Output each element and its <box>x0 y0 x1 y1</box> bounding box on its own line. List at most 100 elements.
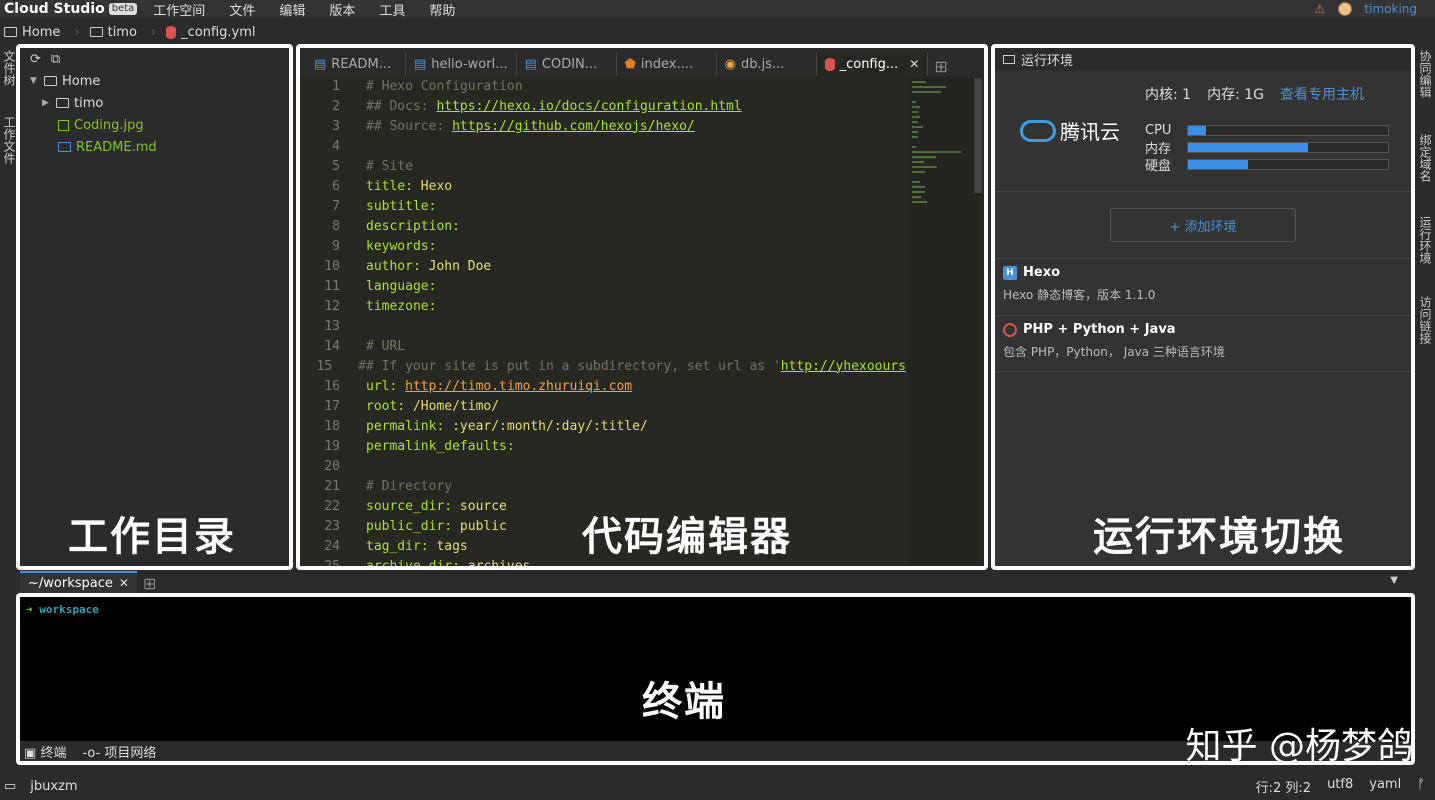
sidebar-collab[interactable]: 协同编辑 <box>1417 50 1434 98</box>
env-desc: Hexo 静态博客，版本 1.1.0 <box>1003 286 1403 303</box>
code-line[interactable]: 8description: <box>300 216 906 236</box>
code-line[interactable]: 3## Source: https://github.com/hexojs/he… <box>300 116 906 136</box>
language-mode[interactable]: yaml <box>1369 777 1401 796</box>
breadcrumb-home[interactable]: Home <box>4 25 60 40</box>
minimap-line <box>912 146 916 148</box>
markdown-icon <box>58 142 71 152</box>
env-panel: 运行环境 腾讯云 内核: 1内存: 1G查看专用主机 CPU 内存 硬盘 + 添… <box>991 44 1415 570</box>
editor-scrollbar[interactable] <box>974 78 982 193</box>
code-token: permalink: <box>366 419 452 434</box>
commit-icon: -o- <box>82 746 100 761</box>
code-line[interactable]: 14# URL <box>300 336 906 356</box>
markdown-icon: ▤ <box>414 57 426 72</box>
code-line[interactable]: 19permalink_defaults: <box>300 436 906 456</box>
cursor-position[interactable]: 行:2 列:2 <box>1256 777 1311 796</box>
cores-value: 内核: 1 <box>1145 84 1191 104</box>
code-line[interactable]: 2## Docs: https://hexo.io/docs/configura… <box>300 96 906 116</box>
view-host-link[interactable]: 查看专用主机 <box>1280 84 1364 104</box>
terminal-tab[interactable]: ~/workspace✕ <box>20 571 137 593</box>
minimap-line <box>912 161 924 163</box>
code-line[interactable]: 21# Directory <box>300 476 906 496</box>
line-number: 8 <box>300 219 340 234</box>
code-token: # URL <box>366 339 405 354</box>
menu-tools[interactable]: 工具 <box>379 0 405 19</box>
code-token: permalink_defaults: <box>366 439 515 454</box>
add-tab-icon[interactable]: ⊞ <box>928 57 953 76</box>
code-line[interactable]: 1# Hexo Configuration <box>300 76 906 96</box>
right-sidebar: 协同编辑 绑定域名 运行环境 访问链接 <box>1413 44 1435 764</box>
disk-usage: 硬盘 <box>1145 156 1411 173</box>
avatar[interactable] <box>1338 2 1352 16</box>
menu-version[interactable]: 版本 <box>329 0 355 19</box>
code-token: keywords: <box>366 239 436 254</box>
breadcrumb-timo[interactable]: timo <box>90 25 137 40</box>
minimap-line <box>912 111 918 113</box>
workspace-id: jbuxzm <box>30 779 77 794</box>
code-line[interactable]: 20 <box>300 456 906 476</box>
env-item-php[interactable]: PHP + Python + Java 包含 PHP，Python， Java … <box>995 315 1411 372</box>
add-terminal-icon[interactable]: ⊞ <box>137 574 162 593</box>
code-line[interactable]: 9keywords: <box>300 236 906 256</box>
close-icon[interactable]: ✕ <box>909 57 919 71</box>
code-line[interactable]: 6title: Hexo <box>300 176 906 196</box>
username[interactable]: timoking <box>1364 2 1417 16</box>
env-title: 运行环境 <box>1021 50 1073 69</box>
sidebar-access-link[interactable]: 访问链接 <box>1417 296 1434 344</box>
minimap-line <box>912 151 961 153</box>
tree-root[interactable]: ▼Home <box>20 70 289 92</box>
code-line[interactable]: 10author: John Doe <box>300 256 906 276</box>
refresh-icon[interactable]: ⟳ <box>30 52 41 67</box>
network-button[interactable]: -o- 项目网络 <box>82 742 156 761</box>
ubuntu-icon <box>1003 323 1017 337</box>
env-name: Hexo <box>1023 265 1060 280</box>
code-token: timezone: <box>366 299 436 314</box>
minimap[interactable] <box>908 78 978 566</box>
tab-readme[interactable]: ▤READM... <box>306 52 406 76</box>
sidebar-env[interactable]: 运行环境 <box>1417 216 1434 264</box>
tab-config[interactable]: _config... ✕ <box>817 52 929 76</box>
close-icon[interactable]: ✕ <box>119 576 129 590</box>
menu-file[interactable]: 文件 <box>229 0 255 19</box>
terminal-button[interactable]: ▣ 终端 <box>24 742 66 761</box>
code-token: archive_dir: <box>366 559 468 567</box>
minimap-line <box>912 81 926 83</box>
collapse-icon[interactable]: ⧉ <box>51 52 60 67</box>
tab-label: _config... <box>840 57 899 72</box>
tree-item-coding-jpg[interactable]: Coding.jpg <box>20 114 289 136</box>
tab-db[interactable]: ◉db.js... <box>717 52 817 76</box>
tab-index[interactable]: ⬟index.... <box>617 52 717 76</box>
menu-help[interactable]: 帮助 <box>429 0 455 19</box>
code-area[interactable]: 1# Hexo Configuration2## Docs: https://h… <box>300 76 906 566</box>
editor-panel: ▤READM... ▤hello-worl... ▤CODIN... ⬟inde… <box>296 44 988 570</box>
breadcrumb-label: Home <box>22 25 60 40</box>
folder-icon <box>56 98 69 108</box>
tree-item-timo[interactable]: ▶timo <box>20 92 289 114</box>
menu-edit[interactable]: 编辑 <box>279 0 305 19</box>
breadcrumb-config[interactable]: _config.yml <box>166 25 255 40</box>
add-env-button[interactable]: + 添加环境 <box>1110 208 1296 242</box>
sidebar-domain[interactable]: 绑定域名 <box>1417 134 1434 182</box>
code-line[interactable]: 4 <box>300 136 906 156</box>
line-number: 21 <box>300 479 340 494</box>
mem-usage: 内存 <box>1145 139 1411 156</box>
code-line[interactable]: 16url: http://timo.timo.zhuruiqi.com <box>300 376 906 396</box>
code-line[interactable]: 13 <box>300 316 906 336</box>
code-line[interactable]: 15## If your site is put in a subdirecto… <box>300 356 906 376</box>
code-line[interactable]: 7subtitle: <box>300 196 906 216</box>
menu-workspace[interactable]: 工作空间 <box>153 0 205 19</box>
code-line[interactable]: 12timezone: <box>300 296 906 316</box>
tab-hello-world[interactable]: ▤hello-worl... <box>406 52 517 76</box>
code-line[interactable]: 5# Site <box>300 156 906 176</box>
tree-item-readme[interactable]: README.md <box>20 136 289 158</box>
minimap-line <box>912 191 925 193</box>
code-line[interactable]: 11language: <box>300 276 906 296</box>
tab-coding[interactable]: ▤CODIN... <box>517 52 617 76</box>
line-number: 20 <box>300 459 340 474</box>
encoding[interactable]: utf8 <box>1327 777 1353 796</box>
code-line[interactable]: 17root: /Home/timo/ <box>300 396 906 416</box>
line-number: 2 <box>300 99 340 114</box>
env-item-hexo[interactable]: HHexo Hexo 静态博客，版本 1.1.0 <box>995 258 1411 315</box>
chevron-down-icon[interactable]: ▼ <box>1390 575 1398 586</box>
code-line[interactable]: 18permalink: :year/:month/:day/:title/ <box>300 416 906 436</box>
bell-icon[interactable]: ⚠ <box>1314 3 1326 15</box>
